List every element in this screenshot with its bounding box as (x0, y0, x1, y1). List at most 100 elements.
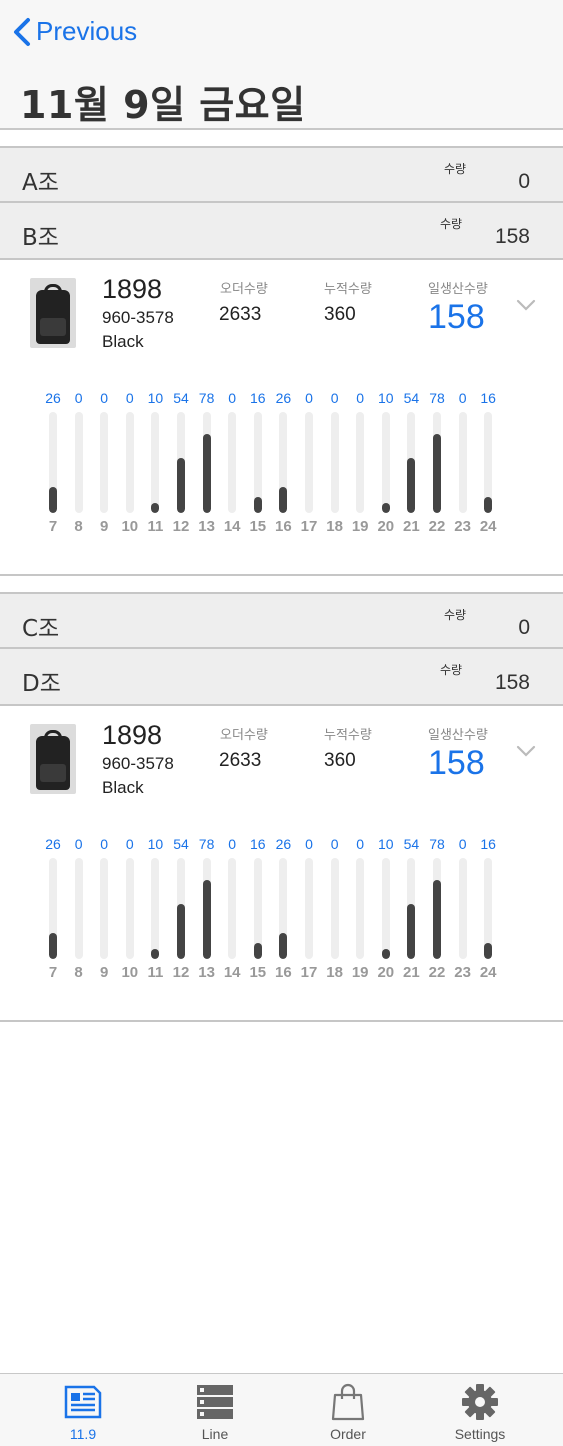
tab-order[interactable]: Order (298, 1382, 398, 1442)
bar-track (356, 412, 365, 513)
bar-track (151, 412, 160, 513)
product-model: 960-3578 (102, 754, 174, 773)
bar-track (74, 412, 83, 513)
bar-track (356, 858, 365, 959)
bar-track (49, 858, 57, 959)
bottom-tab-bar: 11.9 Line Order Settings (0, 1373, 563, 1446)
product-code: 1898 (102, 720, 163, 750)
bar (151, 948, 160, 959)
order-qty-value: 2633 (219, 750, 262, 771)
bar (407, 458, 416, 513)
bar (177, 904, 185, 959)
bar-track (49, 412, 57, 513)
back-label: Previous (36, 16, 138, 46)
bar-track (305, 412, 313, 513)
bar (433, 880, 441, 959)
bar-track (484, 412, 493, 513)
group-name: D조 (22, 671, 61, 697)
bar-track (177, 412, 185, 513)
order-qty-label: 오더수량 (220, 282, 268, 297)
tab-date[interactable]: 11.9 (33, 1382, 133, 1442)
bar-track (330, 858, 339, 959)
bar-track (305, 858, 313, 959)
group-header-a[interactable]: A조 수량 0 (0, 146, 563, 203)
bar (484, 942, 493, 959)
hourly-bar-chart: 26 7 0 8 0 9 0 10 10 11 54 12 78 13 0 14 16 15 26 16 0 17 0 18 0… (0, 826, 563, 986)
qty-label: 수량 (440, 217, 463, 231)
page-title: 11월 9일 금요일 (20, 83, 306, 127)
bar (381, 502, 390, 513)
bar-track (381, 858, 390, 959)
qty-value: 0 (518, 616, 530, 639)
product-color: Black (102, 332, 144, 351)
bar-track (100, 858, 109, 959)
back-button[interactable]: Previous (12, 16, 137, 47)
bar (433, 434, 441, 513)
chevron-left-icon (14, 17, 30, 46)
bar (151, 502, 160, 513)
bar-track (253, 858, 262, 959)
bar-value-label: 16 (480, 836, 496, 852)
bar-track (202, 858, 211, 959)
tab-label: 11.9 (69, 1426, 97, 1442)
product-card[interactable]: 1898 960-3578 Black 오더수량 2633 누적수량 360 일… (0, 260, 563, 576)
order-qty-value: 2633 (219, 304, 262, 325)
bar-track (228, 412, 237, 513)
tab-line[interactable]: Line (165, 1382, 265, 1442)
bar-value-label: 16 (480, 390, 496, 406)
bar-track (202, 412, 211, 513)
bar (49, 486, 57, 513)
group-name: C조 (22, 616, 60, 642)
product-color: Black (102, 778, 144, 797)
bar-track (407, 412, 416, 513)
bar-track (151, 858, 160, 959)
bar-track (177, 858, 185, 959)
tab-label: Order (330, 1426, 366, 1442)
bar (202, 434, 211, 513)
bar (253, 942, 262, 959)
product-thumbnail (30, 724, 76, 794)
daily-qty-value: 158 (428, 744, 485, 782)
bar-track (458, 412, 467, 513)
daily-qty-label: 일생산수량 (428, 282, 488, 297)
bar-column: 16 24 (473, 826, 503, 986)
bar (484, 496, 493, 513)
group-header-c[interactable]: C조 수량 0 (0, 592, 563, 649)
bar-track (228, 858, 237, 959)
bar-column: 16 24 (473, 380, 503, 540)
qty-value: 158 (494, 671, 530, 694)
tab-settings[interactable]: Settings (430, 1382, 530, 1442)
bar-track (74, 858, 83, 959)
cum-qty-value: 360 (324, 750, 356, 771)
bar-track (330, 412, 339, 513)
bar-track (279, 412, 288, 513)
bar-track (125, 858, 134, 959)
calendar-doc-icon (64, 1385, 102, 1419)
bar (202, 880, 211, 959)
group-name: A조 (22, 170, 59, 196)
bar-track (381, 412, 390, 513)
bar (279, 932, 288, 959)
tab-label: Line (201, 1426, 229, 1442)
bar-track (279, 858, 288, 959)
bar-track (433, 858, 441, 959)
group-header-b[interactable]: B조 수량 158 (0, 203, 563, 260)
qty-value: 0 (518, 170, 530, 193)
chevron-down-icon[interactable] (516, 744, 536, 758)
product-model: 960-3578 (102, 308, 174, 327)
product-code: 1898 (102, 274, 163, 304)
product-thumbnail (30, 278, 76, 348)
cum-qty-label: 누적수량 (324, 282, 372, 297)
server-stack-icon (197, 1385, 233, 1419)
product-card[interactable]: 1898 960-3578 Black 오더수량 2633 누적수량 360 일… (0, 706, 563, 1022)
bar-track (253, 412, 262, 513)
order-qty-label: 오더수량 (220, 728, 268, 743)
chevron-down-icon[interactable] (516, 298, 536, 312)
group-header-d[interactable]: D조 수량 158 (0, 649, 563, 706)
bar (279, 486, 288, 513)
qty-value: 158 (494, 225, 530, 248)
top-header: Previous 11월 9일 금요일 (0, 0, 563, 130)
bar-track (484, 858, 493, 959)
bar-hour-label: 24 (479, 518, 497, 535)
bar-track (100, 412, 109, 513)
